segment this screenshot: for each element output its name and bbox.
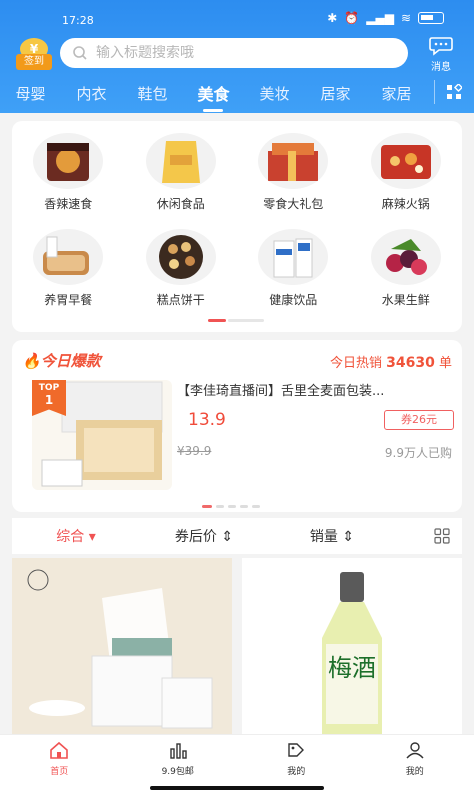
user-icon [406, 742, 424, 759]
status-time: 17:28 [62, 14, 94, 27]
tab-muying[interactable]: 母婴 [0, 83, 61, 104]
grid-item-malahuoguo[interactable]: 麻辣火锅 [350, 127, 463, 223]
search-bar[interactable] [60, 38, 408, 68]
hot-product-title: 【李佳琦直播间】舌里全麦面包装... [177, 384, 385, 399]
grid-label: 健康饮品 [269, 293, 318, 307]
grid-label: 零食大礼包 [263, 197, 324, 211]
product-card-plum-wine[interactable]: 梅酒 [242, 558, 462, 734]
status-icons: ✱ ⏰ ▂▄▆ ≋ [327, 11, 444, 25]
indicator-inactive [228, 319, 264, 322]
bluetooth-icon: ✱ [327, 11, 338, 25]
sort-arrows-icon: ⇕ [342, 529, 355, 545]
bottom-tab-bar: 首页 9.9包邮 我的 我的 [0, 734, 474, 794]
grid-label: 麻辣火锅 [381, 197, 430, 211]
caret-down-icon: ▾ [88, 529, 96, 545]
snack-bag-icon [145, 133, 216, 189]
tab-jujia[interactable]: 居家 [305, 83, 366, 104]
grid-item-lingshidalibao[interactable]: 零食大礼包 [237, 127, 350, 223]
tab-mine[interactable]: 我的 [356, 735, 474, 794]
grid-item-gaodianbinggan[interactable]: 糕点饼干 [125, 223, 238, 319]
alarm-icon: ⏰ [344, 11, 360, 25]
grid-item-yangweizaocan[interactable]: 养胃早餐 [12, 223, 125, 319]
tab-xiebao[interactable]: 鞋包 [122, 83, 183, 104]
indicator-active [208, 319, 226, 322]
hotpot-icon [370, 133, 441, 189]
category-more-button[interactable] [434, 80, 462, 104]
hot-product-price: 13.9 [188, 410, 226, 430]
wifi-icon: ≋ [400, 11, 411, 25]
tag-icon [288, 743, 305, 757]
tea-product-image [12, 558, 232, 734]
search-icon [73, 46, 87, 60]
carousel-dot [216, 505, 224, 508]
spicy-noodle-icon [33, 133, 104, 189]
search-input[interactable] [96, 45, 386, 61]
grid-label: 糕点饼干 [156, 293, 205, 307]
sort-comprehensive[interactable]: 综合 ▾ [12, 526, 140, 546]
hot-title: 🔥今日爆款 [22, 352, 101, 370]
gift-box-icon [258, 133, 329, 189]
chat-bubble-icon [429, 37, 453, 56]
layout-toggle-button[interactable] [434, 528, 450, 548]
signal-icon: ▂▄▆ [366, 11, 394, 25]
signin-label: 签到 [16, 54, 52, 70]
sort-sales[interactable]: 销量 ⇕ [268, 526, 396, 546]
drink-icon [258, 229, 329, 285]
home-icon [50, 741, 69, 759]
page-indicator [208, 319, 264, 322]
message-button[interactable]: 消息 [424, 36, 458, 73]
hot-sales: 今日热销 34630 单 [329, 355, 452, 371]
grid-item-xiuxianshipin[interactable]: 休闲食品 [125, 127, 238, 223]
grid-item-xianglasushi[interactable]: 香辣速食 [12, 127, 125, 223]
grid-item-jiankangyinpin[interactable]: 健康饮品 [237, 223, 350, 319]
tab-home[interactable]: 首页 [0, 735, 119, 794]
hot-product-sold: 9.9万人已购 [384, 446, 452, 460]
grid-label: 休闲食品 [156, 197, 205, 211]
message-label: 消息 [431, 62, 451, 73]
plum-wine-product-image: 梅酒 [242, 558, 462, 734]
chart-icon [170, 743, 187, 759]
cookie-icon [145, 229, 216, 285]
sort-price[interactable]: 券后价 ⇕ [140, 526, 268, 546]
grid-label: 水果生鲜 [381, 293, 430, 307]
grid-menu-icon [447, 84, 462, 99]
category-tabs: 母婴 内衣 鞋包 美食 美妆 居家 家居 [0, 78, 474, 112]
sort-bar: 综合 ▾ 券后价 ⇕ 销量 ⇕ [12, 518, 462, 554]
battery-icon [418, 12, 444, 24]
carousel-indicator [202, 505, 260, 508]
fruit-icon [370, 229, 441, 285]
carousel-dot [228, 505, 236, 508]
bread-icon [33, 229, 104, 285]
food-category-panel: 香辣速食 休闲食品 零食大礼包 麻辣火锅 养胃早餐 糕点饼干 健康饮品 水果生鲜 [12, 121, 462, 332]
home-indicator [150, 786, 324, 790]
sort-arrows-icon: ⇕ [221, 529, 234, 545]
hot-deal-panel[interactable]: 🔥今日爆款 今日热销 34630 单 TOP 1 【李佳琦直播间】舌里全麦面包装… [12, 340, 462, 512]
status-bar: 17:28 ✱ ⏰ ▂▄▆ ≋ [0, 8, 474, 34]
grid-label: 养胃早餐 [44, 293, 93, 307]
carousel-dot-active [202, 505, 212, 508]
carousel-dot [240, 505, 248, 508]
tab-meishi[interactable]: 美食 [183, 81, 244, 112]
product-card-tea[interactable] [12, 558, 232, 734]
carousel-dot [252, 505, 260, 508]
header: 17:28 ✱ ⏰ ▂▄▆ ≋ ¥ 签到 消息 母婴 内衣 鞋包 美食 美妆 居… [0, 0, 474, 113]
fire-icon: 🔥 [22, 352, 41, 370]
wine-label: 梅酒 [328, 654, 376, 682]
grid-layout-icon [434, 528, 450, 544]
hot-product-old-price: ¥39.9 [177, 444, 212, 458]
grid-item-shuiguoshengxian[interactable]: 水果生鲜 [350, 223, 463, 319]
tab-meizhuang[interactable]: 美妆 [244, 83, 305, 104]
tab-jiaju[interactable]: 家居 [366, 83, 427, 104]
coupon-badge[interactable]: 券26元 [384, 410, 454, 430]
tab-neiyi[interactable]: 内衣 [61, 83, 122, 104]
grid-label: 香辣速食 [44, 197, 93, 211]
signin-button[interactable]: ¥ 签到 [16, 38, 52, 70]
